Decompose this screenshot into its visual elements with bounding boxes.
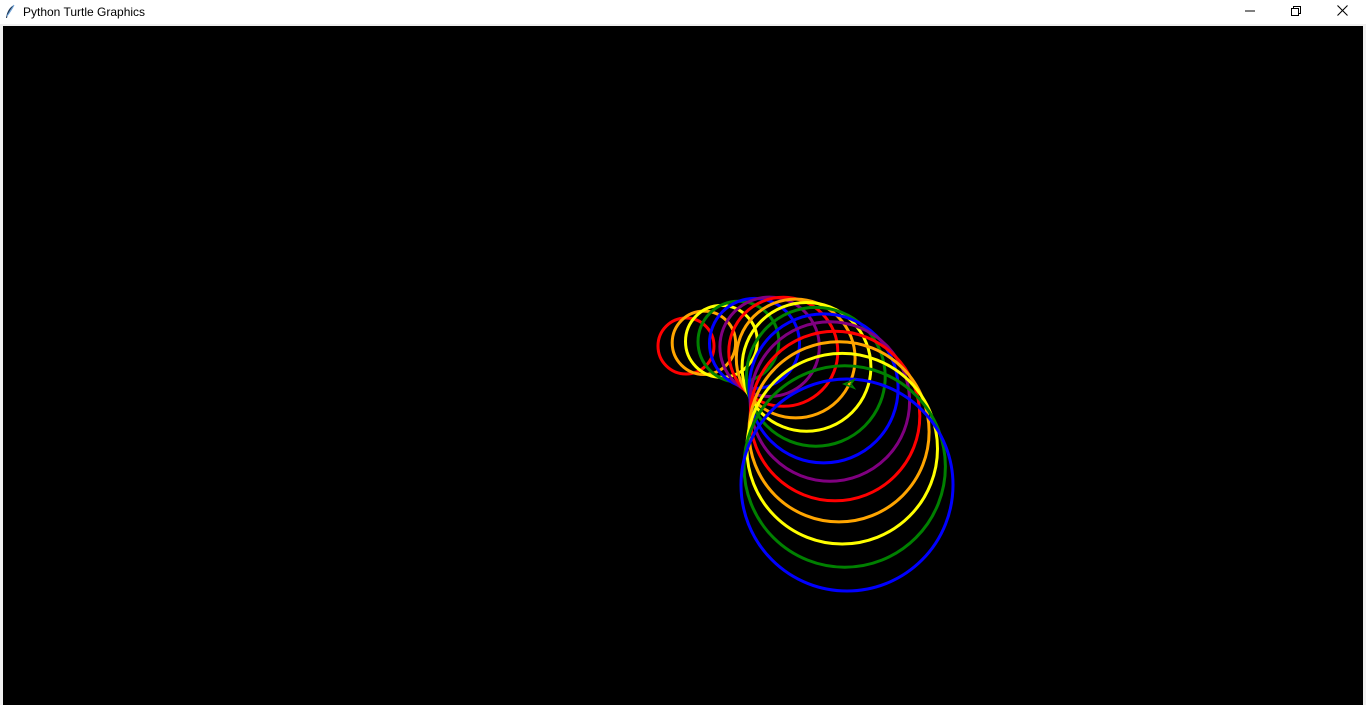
turtle-circle: [745, 351, 940, 546]
close-icon: [1336, 3, 1348, 21]
turtle-circle: [742, 364, 947, 569]
turtle-canvas[interactable]: [3, 26, 1363, 705]
window-title: Python Turtle Graphics: [23, 5, 146, 19]
restore-button[interactable]: [1273, 0, 1319, 24]
title-bar[interactable]: Python Turtle Graphics: [0, 0, 1366, 24]
drawing-surface: [3, 26, 1363, 705]
turtle-circle: [739, 377, 955, 593]
minimize-button[interactable]: [1227, 0, 1273, 24]
turtle-circle: [748, 320, 912, 483]
turtle-window: Python Turtle Graphics: [0, 0, 1366, 705]
close-button[interactable]: [1319, 0, 1365, 24]
feather-icon: [4, 4, 16, 20]
restore-icon: [1291, 3, 1301, 21]
minimize-icon: [1245, 3, 1255, 21]
